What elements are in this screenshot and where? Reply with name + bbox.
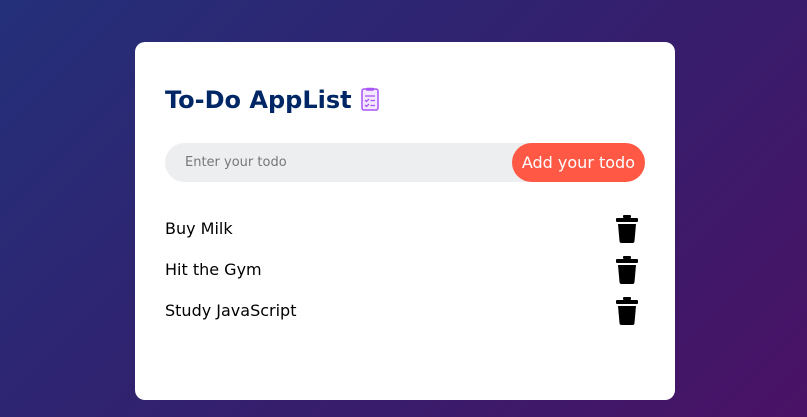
trash-icon[interactable] <box>615 255 639 284</box>
todo-list: Buy Milk Hit the Gym Study JavaScript <box>165 208 645 331</box>
header: To-Do AppList <box>165 86 380 114</box>
checklist-icon <box>360 87 380 113</box>
list-item: Hit the Gym <box>165 249 645 290</box>
todo-text: Buy Milk <box>165 219 233 238</box>
list-item: Buy Milk <box>165 208 645 249</box>
todo-card: To-Do AppList Add your todo Buy Milk <box>135 42 675 400</box>
trash-icon[interactable] <box>615 214 639 243</box>
todo-text: Study JavaScript <box>165 301 297 320</box>
list-item: Study JavaScript <box>165 290 645 331</box>
todo-form: Add your todo <box>165 143 645 182</box>
trash-icon[interactable] <box>615 296 639 325</box>
todo-input[interactable] <box>165 143 512 182</box>
todo-text: Hit the Gym <box>165 260 262 279</box>
add-todo-button[interactable]: Add your todo <box>511 143 645 182</box>
page-title: To-Do AppList <box>165 86 352 114</box>
